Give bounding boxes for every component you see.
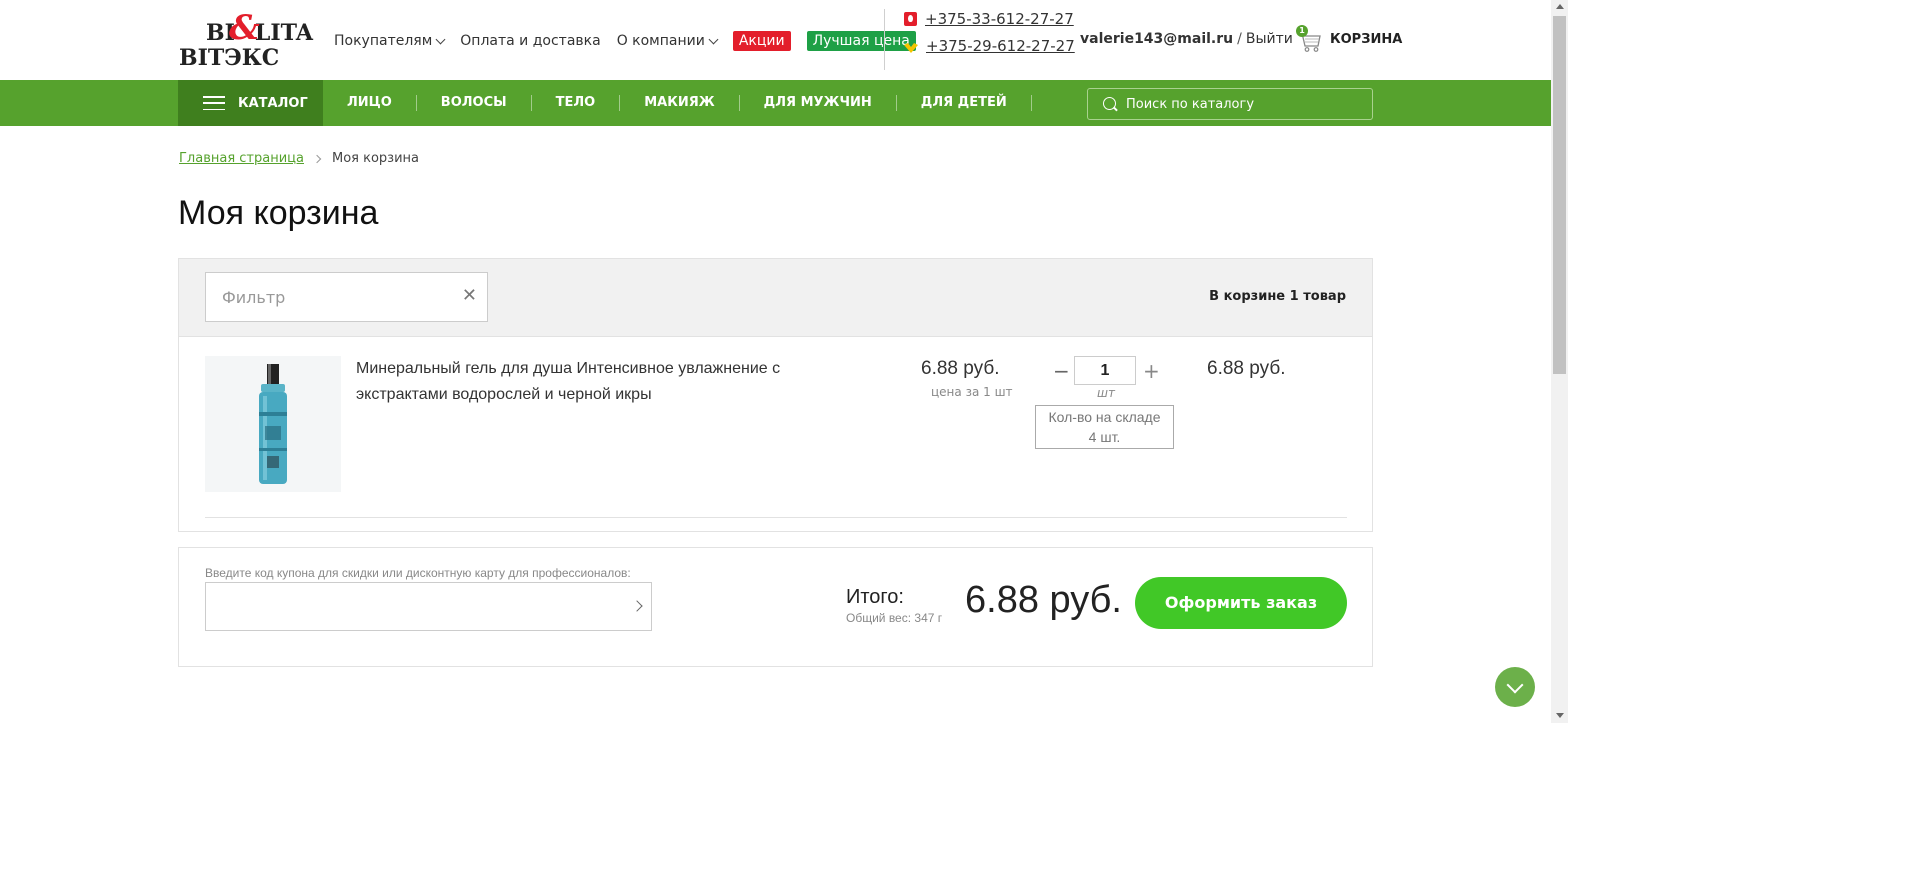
category-makeup[interactable]: МАКИЯЖ [620, 95, 740, 111]
row-divider [205, 517, 1347, 518]
stock-label: Кол-во на складе [1048, 409, 1161, 425]
chevron-down-icon [435, 34, 446, 44]
filter-input[interactable]: Фильтр ✕ [205, 272, 488, 322]
nav-payment-delivery-label: Оплата и доставка [460, 33, 601, 49]
scroll-up-icon[interactable] [1556, 4, 1564, 9]
search-placeholder: Поиск по каталогу [1126, 96, 1255, 112]
product-bottle-image [259, 364, 287, 484]
qty-unit: шт [1097, 386, 1115, 400]
checkout-button[interactable]: Оформить заказ [1135, 577, 1347, 629]
close-icon[interactable]: ✕ [462, 285, 477, 306]
page-title: Моя корзина [178, 194, 379, 232]
coupon-input[interactable] [205, 582, 652, 631]
search-icon [1103, 96, 1118, 112]
user-email[interactable]: valerie143@mail.ru [1080, 31, 1233, 47]
chevron-down-icon [708, 34, 719, 44]
total-weight: Общий вес: 347 г [846, 611, 943, 625]
price-note: цена за 1 шт [931, 385, 1013, 399]
category-face[interactable]: ЛИЦО [323, 95, 417, 111]
nav-customers[interactable]: Покупателям [334, 33, 446, 49]
logo-ampersand: & [229, 8, 260, 48]
catalog-label: КАТАЛОГ [238, 95, 308, 111]
chevron-right-icon [312, 154, 322, 163]
logo-line2: ВIТЭКС [179, 45, 280, 71]
user-separator: / [1237, 31, 1242, 47]
item-total: 6.88 руб. [1207, 358, 1286, 379]
cart-label: КОРЗИНА [1330, 31, 1403, 47]
scroll-down-button[interactable] [1495, 667, 1535, 707]
total-label: Итого: [846, 586, 904, 608]
chevron-right-icon[interactable] [631, 600, 643, 612]
logo[interactable]: BI LITA & ВIТЭКС [179, 8, 313, 71]
quantity-input[interactable] [1074, 356, 1136, 385]
scroll-thumb[interactable] [1553, 16, 1566, 374]
stock-box: Кол-во на складе 4 шт. [1035, 405, 1174, 449]
nav-about-label: О компании [616, 33, 705, 49]
mts-icon [904, 12, 917, 26]
product-name[interactable]: Минеральный гель для душа Интенсивное ув… [356, 356, 846, 408]
breadcrumb-current: Моя корзина [332, 151, 420, 166]
category-kids[interactable]: ДЛЯ ДЕТЕЙ [897, 95, 1032, 111]
header-cart[interactable]: 1 КОРЗИНА [1296, 25, 1402, 53]
top-nav: Покупателям Оплата и доставка О компании… [334, 31, 932, 51]
user-info: valerie143@mail.ru / Выйти [1080, 31, 1293, 47]
filter-placeholder: Фильтр [222, 287, 286, 307]
breadcrumb-home[interactable]: Главная страница [179, 151, 304, 166]
catalog-nav: КАТАЛОГ ЛИЦО ВОЛОСЫ ТЕЛО МАКИЯЖ ДЛЯ МУЖЧ… [0, 80, 1551, 126]
search-input[interactable]: Поиск по каталогу [1087, 88, 1373, 120]
nav-customers-label: Покупателям [334, 33, 433, 49]
menu-icon [203, 96, 225, 110]
header-divider [884, 9, 885, 70]
best-price-badge[interactable]: Лучшая цена [806, 31, 916, 51]
coupon-label: Введите код купона для скидки или дискон… [205, 566, 631, 580]
category-list: ЛИЦО ВОЛОСЫ ТЕЛО МАКИЯЖ ДЛЯ МУЖЧИН ДЛЯ Д… [323, 80, 1032, 126]
header: BI LITA & ВIТЭКС Покупателям Оплата и дос… [0, 0, 1551, 80]
product-price: 6.88 руб. [921, 358, 1000, 379]
cart-panel: Фильтр ✕ В корзине 1 товар Минеральный г… [178, 258, 1373, 532]
catalog-button[interactable]: КАТАЛОГ [178, 80, 323, 126]
qty-increase-button[interactable]: + [1143, 359, 1160, 383]
nav-about[interactable]: О компании [616, 33, 719, 49]
phone-mts[interactable]: +375-33-612-27-27 [904, 10, 1074, 28]
scroll-down-icon[interactable] [1556, 713, 1564, 718]
product-image[interactable] [205, 356, 341, 492]
phone-a1[interactable]: +375-29-612-27-27 [904, 37, 1075, 55]
cart-header: Фильтр ✕ В корзине 1 товар [179, 259, 1372, 337]
cart-icon: 1 [1296, 25, 1322, 53]
sale-badge[interactable]: Акции [732, 31, 791, 51]
breadcrumb: Главная страница Моя корзина [179, 151, 419, 166]
category-men[interactable]: ДЛЯ МУЖЧИН [740, 95, 897, 111]
category-hair[interactable]: ВОЛОСЫ [417, 95, 532, 111]
grand-total: 6.88 руб. [965, 579, 1122, 621]
cart-count-badge: 1 [1296, 25, 1308, 37]
a1-icon [904, 43, 918, 53]
cart-count-text: В корзине 1 товар [1209, 289, 1346, 304]
qty-decrease-button[interactable]: − [1053, 359, 1070, 383]
scrollbar[interactable] [1551, 0, 1568, 723]
nav-payment-delivery[interactable]: Оплата и доставка [460, 33, 600, 49]
stock-value: 4 шт. [1088, 429, 1121, 445]
phone-mts-number: +375-33-612-27-27 [925, 10, 1074, 28]
category-body[interactable]: ТЕЛО [532, 95, 621, 111]
logout-link[interactable]: Выйти [1246, 31, 1293, 47]
summary-panel: Введите код купона для скидки или дискон… [178, 547, 1373, 667]
phone-a1-number: +375-29-612-27-27 [926, 37, 1075, 55]
